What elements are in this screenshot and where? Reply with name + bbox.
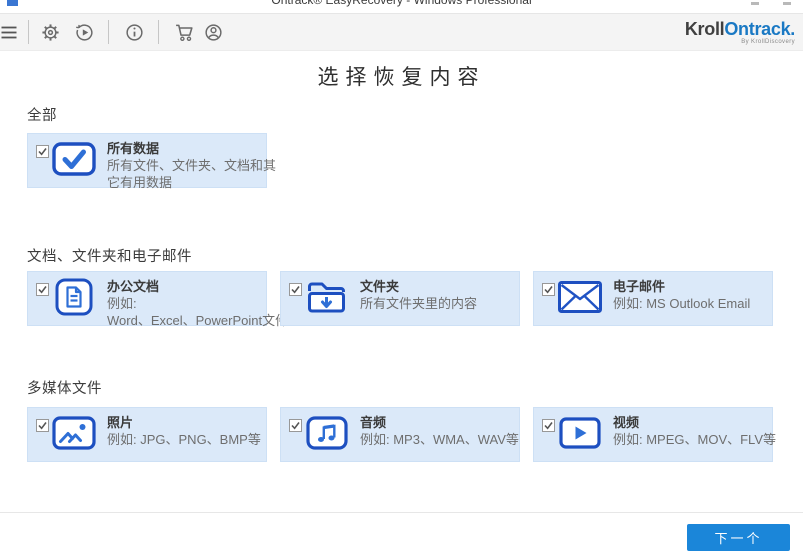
close-window-button[interactable] (783, 2, 791, 5)
card-desc: 例如: JPG、PNG、BMP等 (107, 432, 261, 447)
history-replay-icon[interactable] (74, 22, 95, 43)
email-checkbox[interactable] (542, 283, 555, 296)
card-photos[interactable]: 照片 例如: JPG、PNG、BMP等 (27, 407, 267, 462)
email-envelope-icon (555, 277, 605, 317)
card-all-data[interactable]: 所有数据 所有文件、文件夹、文档和其 它有用数据 (27, 133, 276, 190)
info-icon[interactable] (124, 22, 145, 43)
card-desc: 例如: MS Outlook Email (613, 296, 751, 311)
card-desc: Word、Excel、PowerPoint文件 (107, 313, 289, 328)
video-checkbox[interactable] (542, 419, 555, 432)
toolbar-separator (108, 20, 109, 44)
card-title: 音频 (360, 415, 387, 430)
restore-window-button[interactable] (751, 2, 759, 5)
toolbar-separator (158, 20, 159, 44)
toolbar: KrollOntrack. By KrollDiscovery (0, 13, 803, 51)
folders-checkbox[interactable] (289, 283, 302, 296)
card-row: 照片 例如: JPG、PNG、BMP等 音频 例如: MP3、WMA、WAV等 … (27, 407, 803, 462)
card-office-documents[interactable]: 办公文档 例如: Word、Excel、PowerPoint文件 (27, 271, 288, 328)
audio-note-icon (302, 413, 352, 453)
account-icon[interactable] (203, 22, 224, 43)
card-desc: 所有文件、文件夹、文档和其 (107, 158, 277, 173)
all-data-checkbox[interactable] (36, 145, 49, 158)
card-email[interactable]: 电子邮件 例如: MS Outlook Email (533, 271, 773, 326)
document-icon (49, 277, 99, 317)
video-play-icon (555, 413, 605, 453)
card-title: 电子邮件 (613, 279, 666, 294)
card-title: 文件夹 (360, 279, 400, 294)
settings-gear-icon[interactable] (40, 22, 61, 43)
window-titlebar: Ontrack® EasyRecovery - Windows Professi… (0, 0, 803, 13)
shopping-cart-icon[interactable] (174, 22, 196, 43)
logo-tagline: By KrollDiscovery (741, 38, 795, 45)
toolbar-separator (28, 20, 29, 44)
card-title: 照片 (107, 415, 134, 430)
card-desc: 它有用数据 (107, 175, 173, 190)
window-title: Ontrack® EasyRecovery - Windows Professi… (271, 0, 532, 7)
photo-icon (49, 413, 99, 453)
card-title: 视频 (613, 415, 640, 430)
card-desc: 例如: (107, 296, 137, 311)
next-button[interactable]: 下一个 (687, 524, 790, 551)
footer-divider (0, 512, 803, 513)
section-label-documents: 文档、文件夹和电子邮件 (27, 249, 192, 265)
card-row: 办公文档 例如: Word、Excel、PowerPoint文件 文件夹 所有文… (27, 271, 803, 328)
folder-icon (302, 277, 352, 317)
office-documents-checkbox[interactable] (36, 283, 49, 296)
card-video[interactable]: 视频 例如: MPEG、MOV、FLV等 (533, 407, 776, 462)
krollontrack-logo: KrollOntrack. By KrollDiscovery (685, 20, 795, 45)
card-row: 所有数据 所有文件、文件夹、文档和其 它有用数据 (27, 133, 803, 190)
card-desc: 例如: MP3、WMA、WAV等 (360, 432, 519, 447)
card-title: 所有数据 (107, 141, 160, 156)
card-audio[interactable]: 音频 例如: MP3、WMA、WAV等 (280, 407, 520, 462)
card-folders[interactable]: 文件夹 所有文件夹里的内容 (280, 271, 520, 326)
card-desc: 所有文件夹里的内容 (360, 296, 478, 311)
section-label-all: 全部 (27, 108, 57, 124)
photos-checkbox[interactable] (36, 419, 49, 432)
menu-icon[interactable] (1, 23, 19, 41)
card-desc: 例如: MPEG、MOV、FLV等 (613, 432, 776, 447)
audio-checkbox[interactable] (289, 419, 302, 432)
logo-kroll-text: Kroll (684, 18, 725, 39)
page-title: 选择恢复内容 (317, 66, 486, 89)
card-title: 办公文档 (107, 279, 160, 294)
logo-ontrack-text: Ontrack. (724, 18, 795, 39)
section-label-multimedia: 多媒体文件 (27, 381, 102, 397)
check-icon (49, 139, 99, 179)
